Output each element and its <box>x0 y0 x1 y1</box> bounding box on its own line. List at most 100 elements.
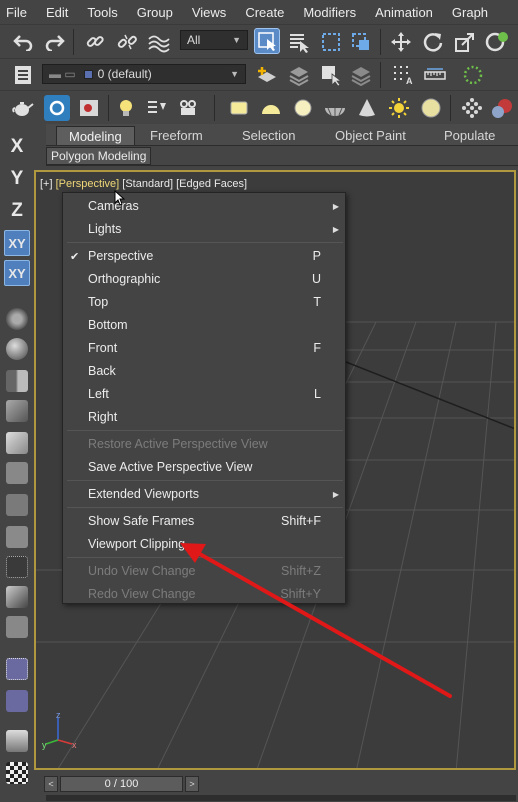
menu-create[interactable]: Create <box>245 5 284 20</box>
ruler-icon[interactable] <box>422 62 448 88</box>
scale-icon[interactable] <box>452 29 478 55</box>
layers-icon[interactable] <box>6 730 28 752</box>
select-and-link-icon[interactable] <box>82 29 108 55</box>
scene-explorer-icon[interactable] <box>144 95 170 121</box>
mirror-icon[interactable] <box>6 370 28 392</box>
layer-explorer-icon[interactable] <box>10 62 36 88</box>
render-toolbar <box>0 90 518 124</box>
menu-item-label: Front <box>88 341 118 355</box>
menu-item-label: Restore Active Perspective View <box>88 437 268 451</box>
snap-c-icon[interactable] <box>6 690 28 712</box>
menu-tools[interactable]: Tools <box>87 5 117 20</box>
tab-freeform[interactable]: Freeform <box>150 126 203 145</box>
menu-item-save-perspective-view[interactable]: Save Active Perspective View <box>63 456 345 478</box>
render-setup-icon[interactable] <box>44 95 70 121</box>
menu-item-extended-viewports[interactable]: Extended Viewports ▶ <box>63 483 345 505</box>
constrain-y-button[interactable]: Y <box>4 166 30 192</box>
tab-selection[interactable]: Selection <box>242 126 295 145</box>
viewport-menu-plus[interactable]: [+] <box>40 178 53 190</box>
tab-modeling[interactable]: Modeling <box>56 126 135 145</box>
move-icon[interactable] <box>388 29 414 55</box>
menu-item-viewport-clipping[interactable]: Viewport Clipping <box>63 533 345 555</box>
hemisphere-primitive-icon[interactable] <box>258 95 284 121</box>
menu-edit[interactable]: Edit <box>46 5 68 20</box>
constrain-xy-button[interactable]: XY <box>4 230 30 256</box>
rectangular-selection-icon[interactable] <box>318 29 344 55</box>
sun-light-icon[interactable] <box>386 95 412 121</box>
viewport-pov-label[interactable]: [Perspective] <box>56 178 120 190</box>
brush-icon[interactable] <box>6 586 28 608</box>
disc-primitive-icon[interactable] <box>418 95 444 121</box>
create-layer-icon[interactable] <box>254 62 280 88</box>
menu-animation[interactable]: Animation <box>375 5 433 20</box>
menu-item-right[interactable]: Right <box>63 406 345 428</box>
text-selection-icon[interactable]: A <box>390 62 416 88</box>
menu-item-orthographic[interactable]: Orthographic U <box>63 268 345 290</box>
dope-sheet-icon[interactable] <box>176 95 202 121</box>
unlink-selection-icon[interactable] <box>114 29 140 55</box>
menu-item-cameras[interactable]: Cameras ▶ <box>63 195 345 217</box>
grid-cube-icon[interactable] <box>6 616 28 638</box>
bind-to-space-warp-icon[interactable] <box>146 29 172 55</box>
light-bulb-icon[interactable] <box>114 95 140 121</box>
menu-item-left[interactable]: Left L <box>63 383 345 405</box>
menu-item-top[interactable]: Top T <box>63 291 345 313</box>
select-by-name-icon[interactable] <box>286 29 312 55</box>
menu-item-front[interactable]: Front F <box>63 337 345 359</box>
constrain-z-button[interactable]: Z <box>4 198 30 224</box>
tab-object-paint[interactable]: Object Paint <box>335 126 406 145</box>
dotted-cube-icon[interactable] <box>6 556 28 578</box>
align-icon[interactable] <box>6 400 28 422</box>
polygon-modeling-button[interactable]: Polygon Modeling <box>46 147 152 165</box>
teapot-icon[interactable] <box>10 95 36 121</box>
layers-stack-icon[interactable] <box>286 62 312 88</box>
add-to-layer-icon[interactable] <box>318 62 344 88</box>
box-selection-icon[interactable] <box>6 432 28 454</box>
select-object-icon[interactable] <box>254 28 280 54</box>
cone-primitive-icon[interactable] <box>354 95 380 121</box>
window-crossing-icon[interactable] <box>348 29 374 55</box>
layer-visibility-icon: ▬ ▭ <box>49 67 76 81</box>
sphere-primitive-icon[interactable] <box>290 95 316 121</box>
viewport-shading-label[interactable]: [Standard] <box>122 178 173 190</box>
snap-sphere-icon[interactable] <box>6 308 28 330</box>
next-frame-button[interactable]: > <box>185 776 199 792</box>
menu-views[interactable]: Views <box>192 5 226 20</box>
menu-item-show-safe-frames[interactable]: Show Safe Frames Shift+F <box>63 510 345 532</box>
tab-populate[interactable]: Populate <box>444 126 495 145</box>
menu-graph[interactable]: Graph <box>452 5 488 20</box>
menu-item-perspective[interactable]: ✔ Perspective P <box>63 245 345 267</box>
menu-group[interactable]: Group <box>137 5 173 20</box>
constrain-xy-plane-button[interactable]: XY <box>4 260 30 286</box>
viewport-edges-label[interactable]: [Edged Faces] <box>176 178 247 190</box>
plane-primitive-icon[interactable] <box>226 95 252 121</box>
select-and-place-icon[interactable] <box>484 29 510 55</box>
layer-properties-icon[interactable] <box>348 62 374 88</box>
rendered-frame-window-icon[interactable] <box>76 95 102 121</box>
redo-icon[interactable] <box>42 29 68 55</box>
menu-file[interactable]: File <box>6 5 27 20</box>
layer-dropdown[interactable]: ▬ ▭ 0 (default) ▼ <box>42 64 246 84</box>
rotate-icon[interactable] <box>420 29 446 55</box>
particle-grid-icon[interactable] <box>458 95 484 121</box>
menu-item-back[interactable]: Back <box>63 360 345 382</box>
menu-item-bottom[interactable]: Bottom <box>63 314 345 336</box>
cube-wire-icon[interactable] <box>6 494 28 516</box>
menu-modifiers[interactable]: Modifiers <box>303 5 356 20</box>
dotted-circle-icon[interactable] <box>460 62 486 88</box>
cube-shade-icon[interactable] <box>6 526 28 548</box>
shaded-sphere-icon[interactable] <box>6 338 28 360</box>
cube-icon[interactable] <box>6 462 28 484</box>
selection-filter-dropdown[interactable]: All ▼ <box>180 30 248 50</box>
vertex-snap-icon[interactable] <box>6 658 28 680</box>
previous-frame-button[interactable]: < <box>44 776 58 792</box>
constrain-x-button[interactable]: X <box>4 134 30 160</box>
material-sphere-icon[interactable] <box>490 95 516 121</box>
time-slider[interactable]: 0 / 100 <box>60 776 183 792</box>
timeline-track[interactable] <box>46 795 516 801</box>
undo-icon[interactable] <box>10 29 36 55</box>
menu-item-lights[interactable]: Lights ▶ <box>63 218 345 240</box>
menu-item-shortcut: Shift+F <box>281 514 321 528</box>
checker-icon[interactable] <box>6 762 28 784</box>
geosphere-primitive-icon[interactable] <box>322 95 348 121</box>
